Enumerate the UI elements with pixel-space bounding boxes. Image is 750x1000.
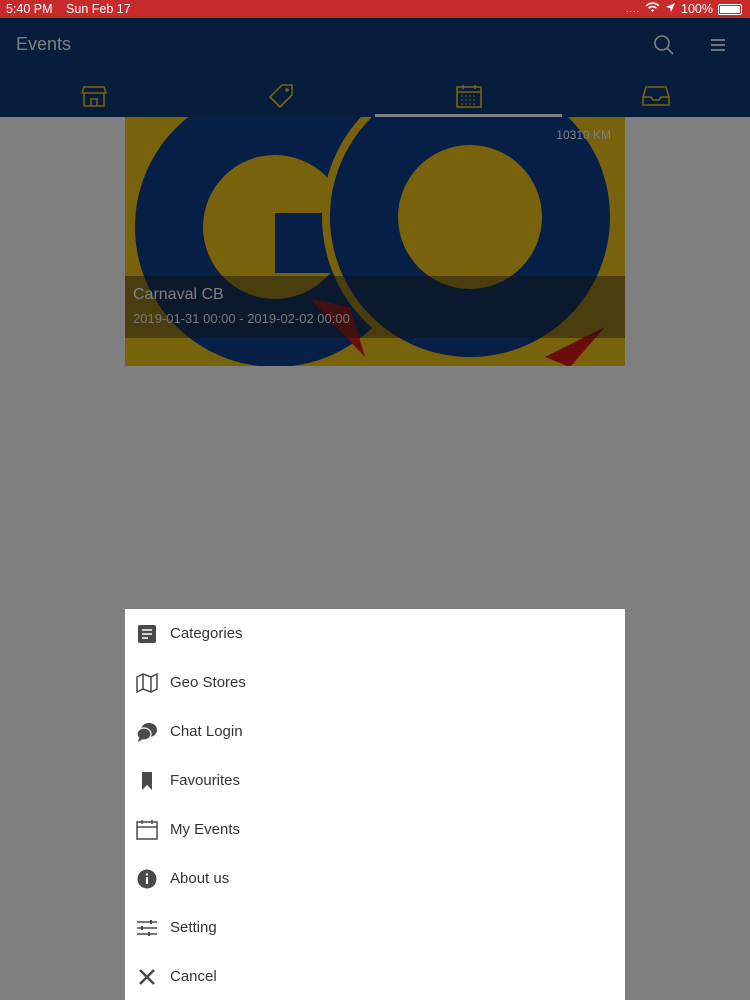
bookmark-icon [135, 769, 159, 793]
menu-label-chat-login: Chat Login [170, 723, 243, 740]
menu-label-favourites: Favourites [170, 772, 241, 789]
close-icon [135, 965, 159, 989]
menu-item-my-events[interactable]: My Events [125, 805, 625, 854]
menu-item-setting[interactable]: Setting [125, 903, 625, 952]
menu-label-cancel: Cancel [170, 968, 217, 985]
action-sheet-menu: Categories Geo Stores Chat Login Favouri… [125, 609, 625, 1000]
status-date: Sun Feb 17 [66, 2, 131, 16]
info-icon [135, 867, 159, 891]
menu-label-my-events: My Events [170, 821, 241, 838]
menu-item-cancel[interactable]: Cancel [125, 952, 625, 1000]
menu-label-setting: Setting [170, 919, 217, 936]
signal-dots: .... [626, 4, 641, 14]
menu-label-categories: Categories [170, 625, 243, 642]
calendar-icon [135, 818, 159, 842]
list-icon [135, 622, 159, 646]
wifi-icon [645, 2, 660, 16]
menu-label-about-us: About us [170, 870, 230, 887]
status-bar: 5:40 PM Sun Feb 17 .... 100% [0, 0, 750, 18]
status-time: 5:40 PM [6, 2, 53, 16]
menu-item-about-us[interactable]: About us [125, 854, 625, 903]
sliders-icon [135, 916, 159, 940]
menu-item-favourites[interactable]: Favourites [125, 756, 625, 805]
battery-icon [718, 3, 742, 15]
location-arrow-icon [665, 2, 676, 16]
menu-item-chat-login[interactable]: Chat Login [125, 707, 625, 756]
battery-percent: 100% [681, 2, 713, 16]
menu-label-geo-stores: Geo Stores [170, 674, 246, 691]
menu-item-categories[interactable]: Categories [125, 609, 625, 658]
chat-icon [135, 720, 159, 744]
map-icon [135, 671, 159, 695]
menu-item-geo-stores[interactable]: Geo Stores [125, 658, 625, 707]
